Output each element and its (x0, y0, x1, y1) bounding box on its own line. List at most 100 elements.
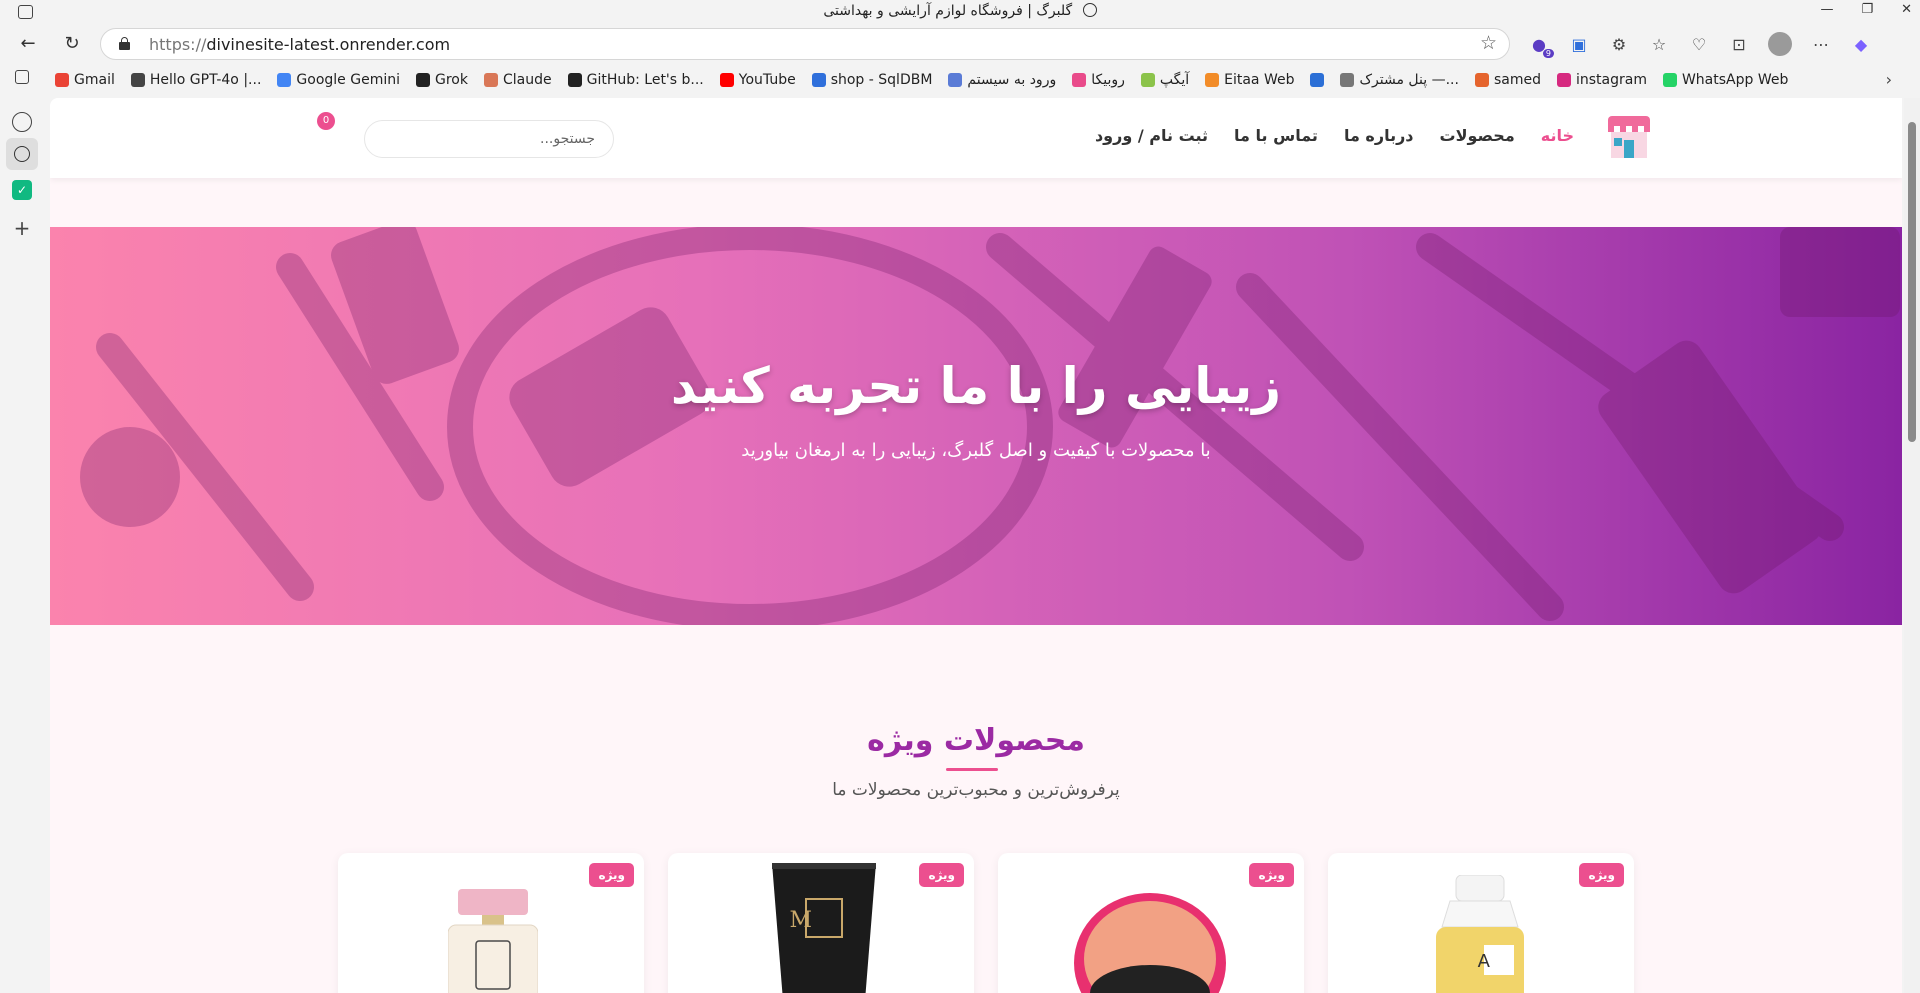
claude-icon (483, 73, 498, 87)
bookmark-item[interactable]: آیگپ (1140, 72, 1190, 88)
maximize-icon[interactable]: ❐ (1861, 2, 1873, 17)
whatsapp-icon (1662, 73, 1677, 87)
translate-icon[interactable]: ▣ (1568, 33, 1590, 55)
bookmark-item[interactable]: Grok (415, 72, 468, 88)
lock-icon[interactable] (119, 37, 130, 50)
profile-avatar[interactable] (1768, 32, 1792, 56)
product-card[interactable]: ویژه (338, 853, 644, 993)
copilot-icon[interactable]: ◆ (1850, 33, 1872, 55)
product-card[interactable]: ویژه (998, 853, 1304, 993)
instagram-icon (1556, 73, 1571, 87)
bookmark-item[interactable]: Eitaa Web (1205, 72, 1294, 88)
bookmarks-bar: Gmail Hello GPT-4o |... Google Gemini Grok C… (55, 66, 1920, 94)
bookmark-item[interactable]: Claude (483, 72, 552, 88)
featured-badge: ویژه (1249, 863, 1294, 887)
address-bar[interactable]: https://divinesite-latest.onrender.com ☆ (100, 28, 1510, 60)
product-image: A (1436, 875, 1524, 993)
extensions-puzzle-icon[interactable]: ⚙ (1608, 33, 1630, 55)
product-image (1074, 893, 1226, 993)
openai-icon (130, 73, 145, 87)
featured-title: محصولات ویژه (867, 723, 1085, 758)
bookmark-item[interactable]: روبیکا (1072, 72, 1125, 88)
url-text[interactable]: https://divinesite-latest.onrender.com (149, 35, 450, 54)
browser-essentials-icon[interactable]: ♡ (1688, 33, 1710, 55)
extension-icon[interactable]: ● 9 (1528, 33, 1554, 58)
screenshot-icon[interactable]: ⊡ (1728, 33, 1750, 55)
bookmark-label: Google Gemini (296, 72, 400, 88)
browser-toolbar: ← ↻ https://divinesite-latest.onrender.c… (0, 24, 1920, 64)
bookmark-item[interactable]: YouTube (719, 72, 796, 88)
vertical-sidebar: ✓ + (0, 66, 44, 993)
bookmark-item[interactable]: Gmail (55, 72, 115, 88)
bookmark-item[interactable]: samed (1474, 72, 1541, 88)
svg-text:A: A (1478, 951, 1491, 972)
bookmark-label: روبیکا (1091, 72, 1125, 88)
tabs-icon[interactable] (15, 70, 29, 84)
bookmark-label: Gmail (74, 72, 115, 88)
sqldbm-icon (811, 73, 826, 87)
nav-auth[interactable]: ثبت نام / ورود (1095, 126, 1208, 145)
favorites-icon[interactable]: ☆ (1648, 33, 1670, 55)
bookmark-label: samed (1493, 72, 1541, 88)
github-icon (567, 73, 582, 87)
product-card[interactable]: ویژه A (1328, 853, 1634, 993)
featured-badge: ویژه (919, 863, 964, 887)
bookmark-item[interactable]: پنل مشترک —... (1340, 72, 1459, 88)
bookmark-item[interactable]: instagram (1556, 72, 1647, 88)
bookmark-item[interactable] (1310, 73, 1325, 87)
store-logo[interactable] (1608, 116, 1650, 158)
product-image (448, 889, 538, 993)
samed-icon (1474, 73, 1489, 87)
svg-text:M: M (789, 908, 812, 933)
bookmark-item[interactable]: GitHub: Let's b... (567, 72, 704, 88)
bookmark-label: ورود به سیستم (967, 72, 1057, 88)
chevron-right-icon[interactable]: › (1886, 70, 1892, 89)
nav-about[interactable]: درباره ما (1344, 126, 1414, 145)
bookmark-label: Claude (502, 72, 552, 88)
grok-icon (415, 73, 430, 87)
makeup-tools-background (80, 227, 1900, 625)
globe-sidebar-icon[interactable] (6, 138, 38, 170)
back-icon[interactable]: ← (16, 32, 40, 56)
bookmark-item[interactable]: Hello GPT-4o |... (130, 72, 262, 88)
bookmark-item[interactable]: shop - SqlDBM (811, 72, 933, 88)
eitaa-icon (1205, 73, 1220, 87)
panel-icon (1340, 73, 1355, 87)
bookmark-item[interactable]: WhatsApp Web (1662, 72, 1789, 88)
featured-badge: ویژه (1579, 863, 1624, 887)
cart-count-badge[interactable]: 0 (317, 112, 335, 130)
product-image: M (772, 863, 876, 993)
edge-icon (1310, 73, 1325, 87)
close-icon[interactable]: ✕ (1901, 2, 1912, 17)
bookmark-label: GitHub: Let's b... (586, 72, 704, 88)
more-menu-icon[interactable]: ⋯ (1810, 33, 1832, 55)
add-icon[interactable]: + (12, 216, 32, 240)
product-card[interactable]: ویژه M (668, 853, 974, 993)
title-underline (946, 768, 998, 771)
favorite-star-icon[interactable]: ☆ (1480, 32, 1497, 54)
search-input[interactable] (364, 120, 614, 158)
gemini-icon (277, 73, 292, 87)
nav-home[interactable]: خانه (1541, 126, 1574, 145)
bookmark-label: WhatsApp Web (1681, 72, 1789, 88)
minimize-icon[interactable]: — (1820, 2, 1833, 17)
reload-icon[interactable]: ↻ (60, 32, 84, 56)
youtube-icon (719, 73, 734, 87)
bookmark-label: Hello GPT-4o |... (149, 72, 262, 88)
window-titlebar: گلبرگ | فروشگاه لوازم آرایشی و بهداشتی —… (0, 0, 1920, 24)
bookmark-label: shop - SqlDBM (830, 72, 933, 88)
nav-contact[interactable]: تماس با ما (1234, 126, 1318, 145)
bookmark-item[interactable]: ورود به سیستم (948, 72, 1056, 88)
bookmark-label: YouTube (738, 72, 796, 88)
shield-icon[interactable]: ✓ (12, 180, 32, 200)
openai-sidebar-icon[interactable] (12, 112, 32, 132)
page-viewport: خانه محصولات درباره ما تماس با ما ثبت نا… (50, 98, 1902, 993)
bookmark-label: آیگپ (1159, 72, 1190, 88)
nav-products[interactable]: محصولات (1440, 126, 1515, 145)
gmail-icon (55, 73, 69, 87)
bookmark-label: Grok (434, 72, 468, 88)
bookmark-item[interactable]: Google Gemini (277, 72, 400, 88)
page-scrollbar[interactable] (1904, 98, 1920, 993)
bookmark-label: instagram (1575, 72, 1647, 88)
window-title: گلبرگ | فروشگاه لوازم آرایشی و بهداشتی (0, 3, 1920, 19)
